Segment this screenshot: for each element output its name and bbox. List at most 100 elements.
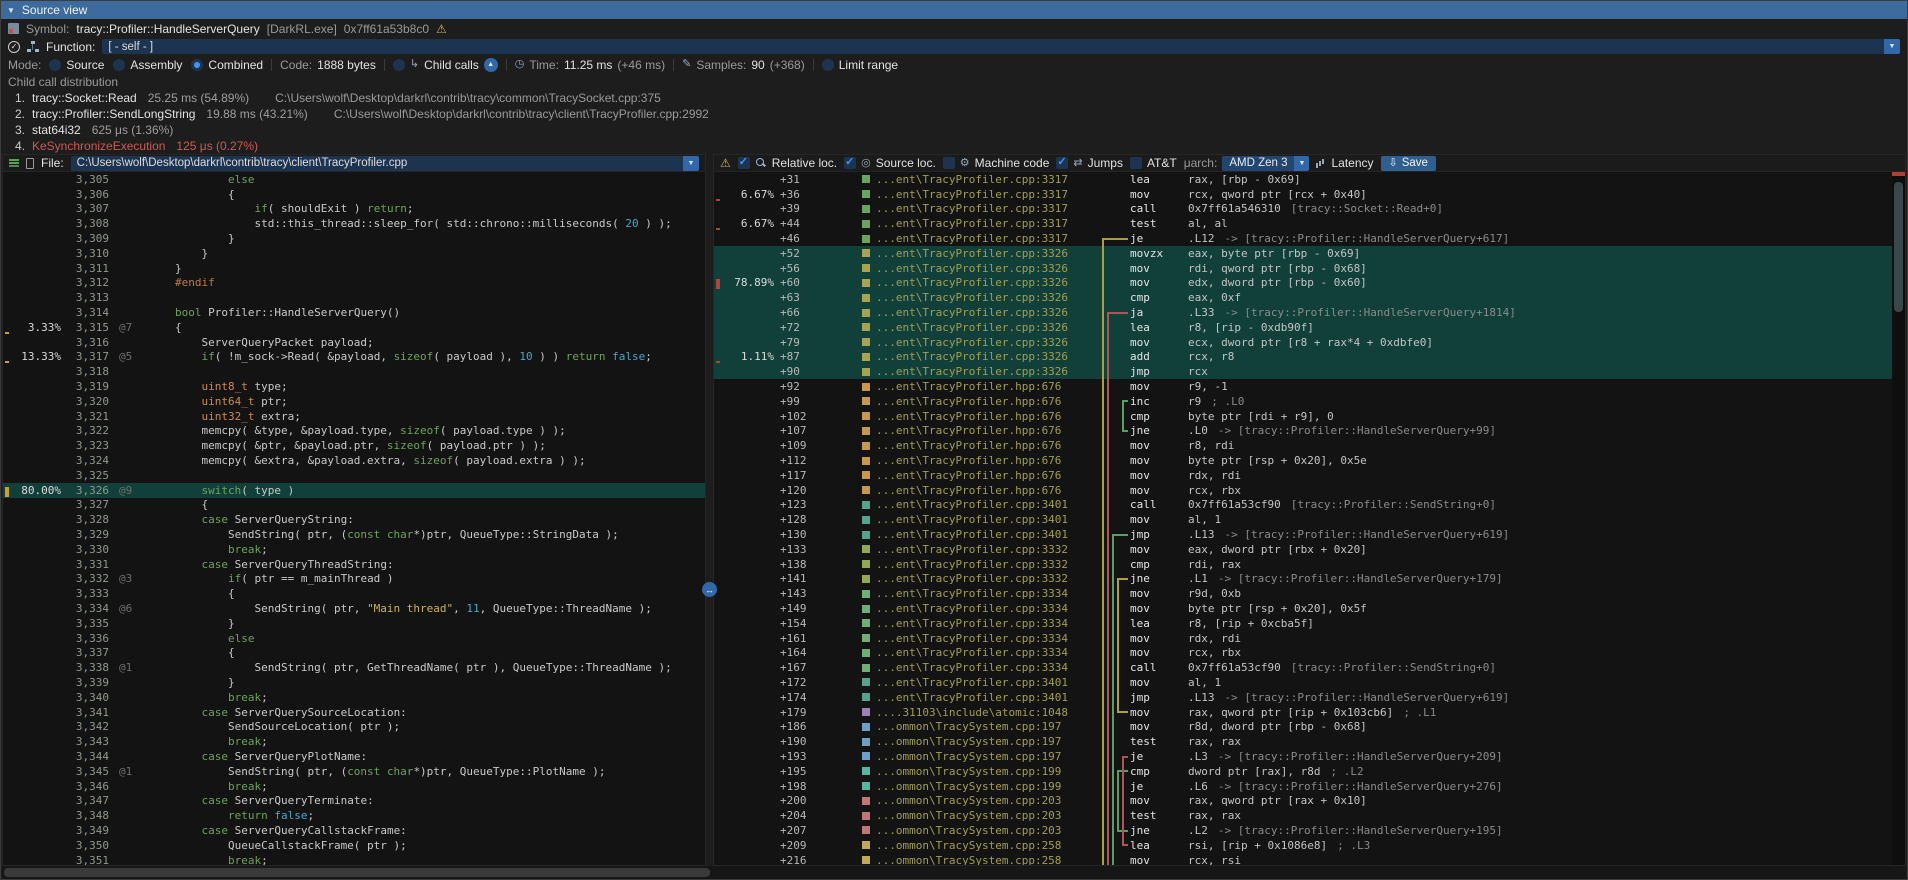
source-line[interactable]: 3,323 memcpy( &ptr, &payload.ptr, sizeof…: [3, 438, 705, 453]
source-line[interactable]: 3,347 case ServerQueryTerminate:: [3, 793, 705, 808]
asm-instruction-row[interactable]: +179....31103\include\atomic:1048movrax,…: [714, 705, 1905, 720]
scrollbar-thumb[interactable]: [1894, 182, 1903, 312]
asm-instruction-row[interactable]: +90...ent\TracyProfiler.cpp:3326jmprcx: [714, 364, 1905, 379]
scrollbar-thumb[interactable]: [4, 868, 710, 877]
child-call-item[interactable]: 1.tracy::Socket::Read25.25 ms (54.89%)C:…: [1, 90, 1907, 106]
file-selector[interactable]: C:\Users\wolf\Desktop\darkrl\contrib\tra…: [71, 156, 699, 171]
asm-instruction-row[interactable]: +120...ent\TracyProfiler.hpp:676movrcx, …: [714, 483, 1905, 498]
source-line[interactable]: 3,307 if( shouldExit ) return;: [3, 202, 705, 217]
source-line[interactable]: 3,335 }: [3, 616, 705, 631]
asm-instruction-row[interactable]: +193...ommon\TracySystem.cpp:197je.L3-> …: [714, 749, 1905, 764]
mode-radio-combined[interactable]: Combined: [191, 58, 263, 72]
pane-resize-grip[interactable]: ↔: [702, 582, 717, 597]
asm-instruction-row[interactable]: +117...ent\TracyProfiler.hpp:676movrdx, …: [714, 468, 1905, 483]
source-line[interactable]: 3,324 memcpy( &extra, &payload.extra, si…: [3, 453, 705, 468]
att-syntax-checkbox[interactable]: [1130, 157, 1142, 169]
asm-instruction-row[interactable]: +154...ent\TracyProfiler.cpp:3334lear8, …: [714, 616, 1905, 631]
source-line[interactable]: 3,340 break;: [3, 690, 705, 705]
source-line[interactable]: 3,348 return false;: [3, 808, 705, 823]
asm-instruction-row[interactable]: +39...ent\TracyProfiler.cpp:3317call0x7f…: [714, 202, 1905, 217]
pane-divider[interactable]: ↔: [706, 154, 713, 866]
asm-instruction-row[interactable]: 78.89%+60...ent\TracyProfiler.cpp:3326mo…: [714, 276, 1905, 291]
source-line[interactable]: 80.00%3,326@9 switch( type ): [3, 483, 705, 498]
source-line[interactable]: 3,344 case ServerQueryPlotName:: [3, 749, 705, 764]
source-line[interactable]: 3,342 SendSourceLocation( ptr );: [3, 719, 705, 734]
asm-instruction-row[interactable]: 6.67%+36...ent\TracyProfiler.cpp:3317mov…: [714, 187, 1905, 202]
source-line[interactable]: 3,310 }: [3, 246, 705, 261]
source-line[interactable]: 3,330 break;: [3, 542, 705, 557]
source-line[interactable]: 3,321 uint32_t extra;: [3, 409, 705, 424]
asm-instruction-row[interactable]: +174...ent\TracyProfiler.cpp:3401jmp.L13…: [714, 690, 1905, 705]
chevron-down-icon[interactable]: ▼: [683, 156, 699, 171]
child-call-item[interactable]: 4.KeSynchronizeExecution125 μs (0.27%): [1, 138, 1907, 154]
source-line[interactable]: 3,313: [3, 290, 705, 305]
source-line[interactable]: 3,308 std::this_thread::sleep_for( std::…: [3, 216, 705, 231]
asm-instruction-row[interactable]: +63...ent\TracyProfiler.cpp:3326cmpeax, …: [714, 290, 1905, 305]
mode-radio-source[interactable]: Source: [49, 58, 104, 72]
asm-instruction-row[interactable]: +161...ent\TracyProfiler.cpp:3334movrdx,…: [714, 631, 1905, 646]
chevron-down-icon[interactable]: ▼: [1884, 39, 1900, 54]
source-line[interactable]: 3,327 {: [3, 498, 705, 513]
source-line[interactable]: 3,306 {: [3, 187, 705, 202]
source-line[interactable]: 3,328 case ServerQueryString:: [3, 512, 705, 527]
asm-instruction-row[interactable]: +130...ent\TracyProfiler.cpp:3401jmp.L13…: [714, 527, 1905, 542]
asm-instruction-row[interactable]: +72...ent\TracyProfiler.cpp:3326lear8, […: [714, 320, 1905, 335]
asm-instruction-row[interactable]: +209...ommon\TracySystem.cpp:258learsi, …: [714, 838, 1905, 853]
child-calls-checkbox[interactable]: [393, 59, 405, 71]
source-line[interactable]: 3,334@6 SendString( ptr, "Main thread", …: [3, 601, 705, 616]
relative-loc-checkbox[interactable]: [738, 157, 750, 169]
asm-instruction-row[interactable]: +167...ent\TracyProfiler.cpp:3334call0x7…: [714, 660, 1905, 675]
asm-instruction-row[interactable]: +207...ommon\TracySystem.cpp:203jne.L2->…: [714, 823, 1905, 838]
source-line[interactable]: 3,331 case ServerQueryThreadString:: [3, 557, 705, 572]
source-line[interactable]: 3,338@1 SendString( ptr, GetThreadName( …: [3, 660, 705, 675]
asm-instruction-row[interactable]: +56...ent\TracyProfiler.cpp:3326movrdi, …: [714, 261, 1905, 276]
asm-instruction-row[interactable]: +99...ent\TracyProfiler.hpp:676incr9; .L…: [714, 394, 1905, 409]
asm-instruction-row[interactable]: +123...ent\TracyProfiler.cpp:3401call0x7…: [714, 498, 1905, 513]
save-button[interactable]: ⇩ Save: [1381, 156, 1436, 171]
source-line[interactable]: 3,341 case ServerQuerySourceLocation:: [3, 705, 705, 720]
source-line[interactable]: 3,320 uint64_t ptr;: [3, 394, 705, 409]
jumps-checkbox[interactable]: [1056, 157, 1068, 169]
asm-instruction-row[interactable]: +186...ommon\TracySystem.cpp:197movr8d, …: [714, 719, 1905, 734]
source-line[interactable]: 3,322 memcpy( &type, &payload.type, size…: [3, 424, 705, 439]
source-line[interactable]: 3,309 }: [3, 231, 705, 246]
source-line[interactable]: 3,329 SendString( ptr, (const char*)ptr,…: [3, 527, 705, 542]
source-loc-checkbox[interactable]: [844, 157, 856, 169]
asm-instruction-row[interactable]: +92...ent\TracyProfiler.hpp:676movr9, -1: [714, 379, 1905, 394]
asm-instruction-row[interactable]: +109...ent\TracyProfiler.hpp:676movr8, r…: [714, 438, 1905, 453]
child-call-item[interactable]: 2.tracy::Profiler::SendLongString19.88 m…: [1, 106, 1907, 122]
asm-instruction-row[interactable]: +102...ent\TracyProfiler.hpp:676cmpbyte …: [714, 409, 1905, 424]
source-line[interactable]: 3.33%3,315@7{: [3, 320, 705, 335]
asm-instruction-row[interactable]: +149...ent\TracyProfiler.cpp:3334movbyte…: [714, 601, 1905, 616]
asm-instruction-row[interactable]: +143...ent\TracyProfiler.cpp:3334movr9d,…: [714, 586, 1905, 601]
function-selector[interactable]: [ - self - ] ▼: [102, 39, 1900, 54]
asm-instruction-row[interactable]: +128...ent\TracyProfiler.cpp:3401moval, …: [714, 512, 1905, 527]
asm-instruction-row[interactable]: +190...ommon\TracySystem.cpp:197testrax,…: [714, 734, 1905, 749]
asm-instruction-row[interactable]: +198...ommon\TracySystem.cpp:199je.L6-> …: [714, 779, 1905, 794]
asm-instruction-row[interactable]: +52...ent\TracyProfiler.cpp:3326movzxeax…: [714, 246, 1905, 261]
source-line[interactable]: 13.33%3,317@5 if( !m_sock->Read( &payloa…: [3, 350, 705, 365]
latency-label[interactable]: Latency: [1331, 156, 1373, 170]
chevron-down-icon[interactable]: ▼: [1294, 156, 1309, 171]
limit-range-checkbox[interactable]: [822, 59, 834, 71]
child-call-item[interactable]: 3.stat64i32625 μs (1.36%): [1, 122, 1907, 138]
source-line[interactable]: 3,346 break;: [3, 779, 705, 794]
asm-instruction-row[interactable]: +107...ent\TracyProfiler.hpp:676jne.L0->…: [714, 424, 1905, 439]
machine-code-checkbox[interactable]: [943, 157, 955, 169]
source-line[interactable]: 3,305 else: [3, 172, 705, 187]
source-line[interactable]: 3,316 ServerQueryPacket payload;: [3, 335, 705, 350]
source-line[interactable]: 3,333 {: [3, 586, 705, 601]
asm-instruction-row[interactable]: +195...ommon\TracySystem.cpp:199cmpdword…: [714, 764, 1905, 779]
asm-instruction-row[interactable]: +79...ent\TracyProfiler.cpp:3326movecx, …: [714, 335, 1905, 350]
source-line[interactable]: 3,339 }: [3, 675, 705, 690]
mode-radio-assembly[interactable]: Assembly: [113, 58, 182, 72]
uarch-selector[interactable]: AMD Zen 3 ▼: [1222, 156, 1309, 171]
source-line[interactable]: 3,337 {: [3, 646, 705, 661]
asm-instruction-row[interactable]: +172...ent\TracyProfiler.cpp:3401moval, …: [714, 675, 1905, 690]
source-line[interactable]: 3,336 else: [3, 631, 705, 646]
assembly-vertical-scrollbar[interactable]: [1892, 172, 1905, 865]
asm-instruction-row[interactable]: +66...ent\TracyProfiler.cpp:3326ja.L33->…: [714, 305, 1905, 320]
source-line[interactable]: 3,319 uint8_t type;: [3, 379, 705, 394]
collapse-icon[interactable]: ▼: [7, 6, 15, 15]
source-line[interactable]: 3,332@3 if( ptr == m_mainThread ): [3, 572, 705, 587]
